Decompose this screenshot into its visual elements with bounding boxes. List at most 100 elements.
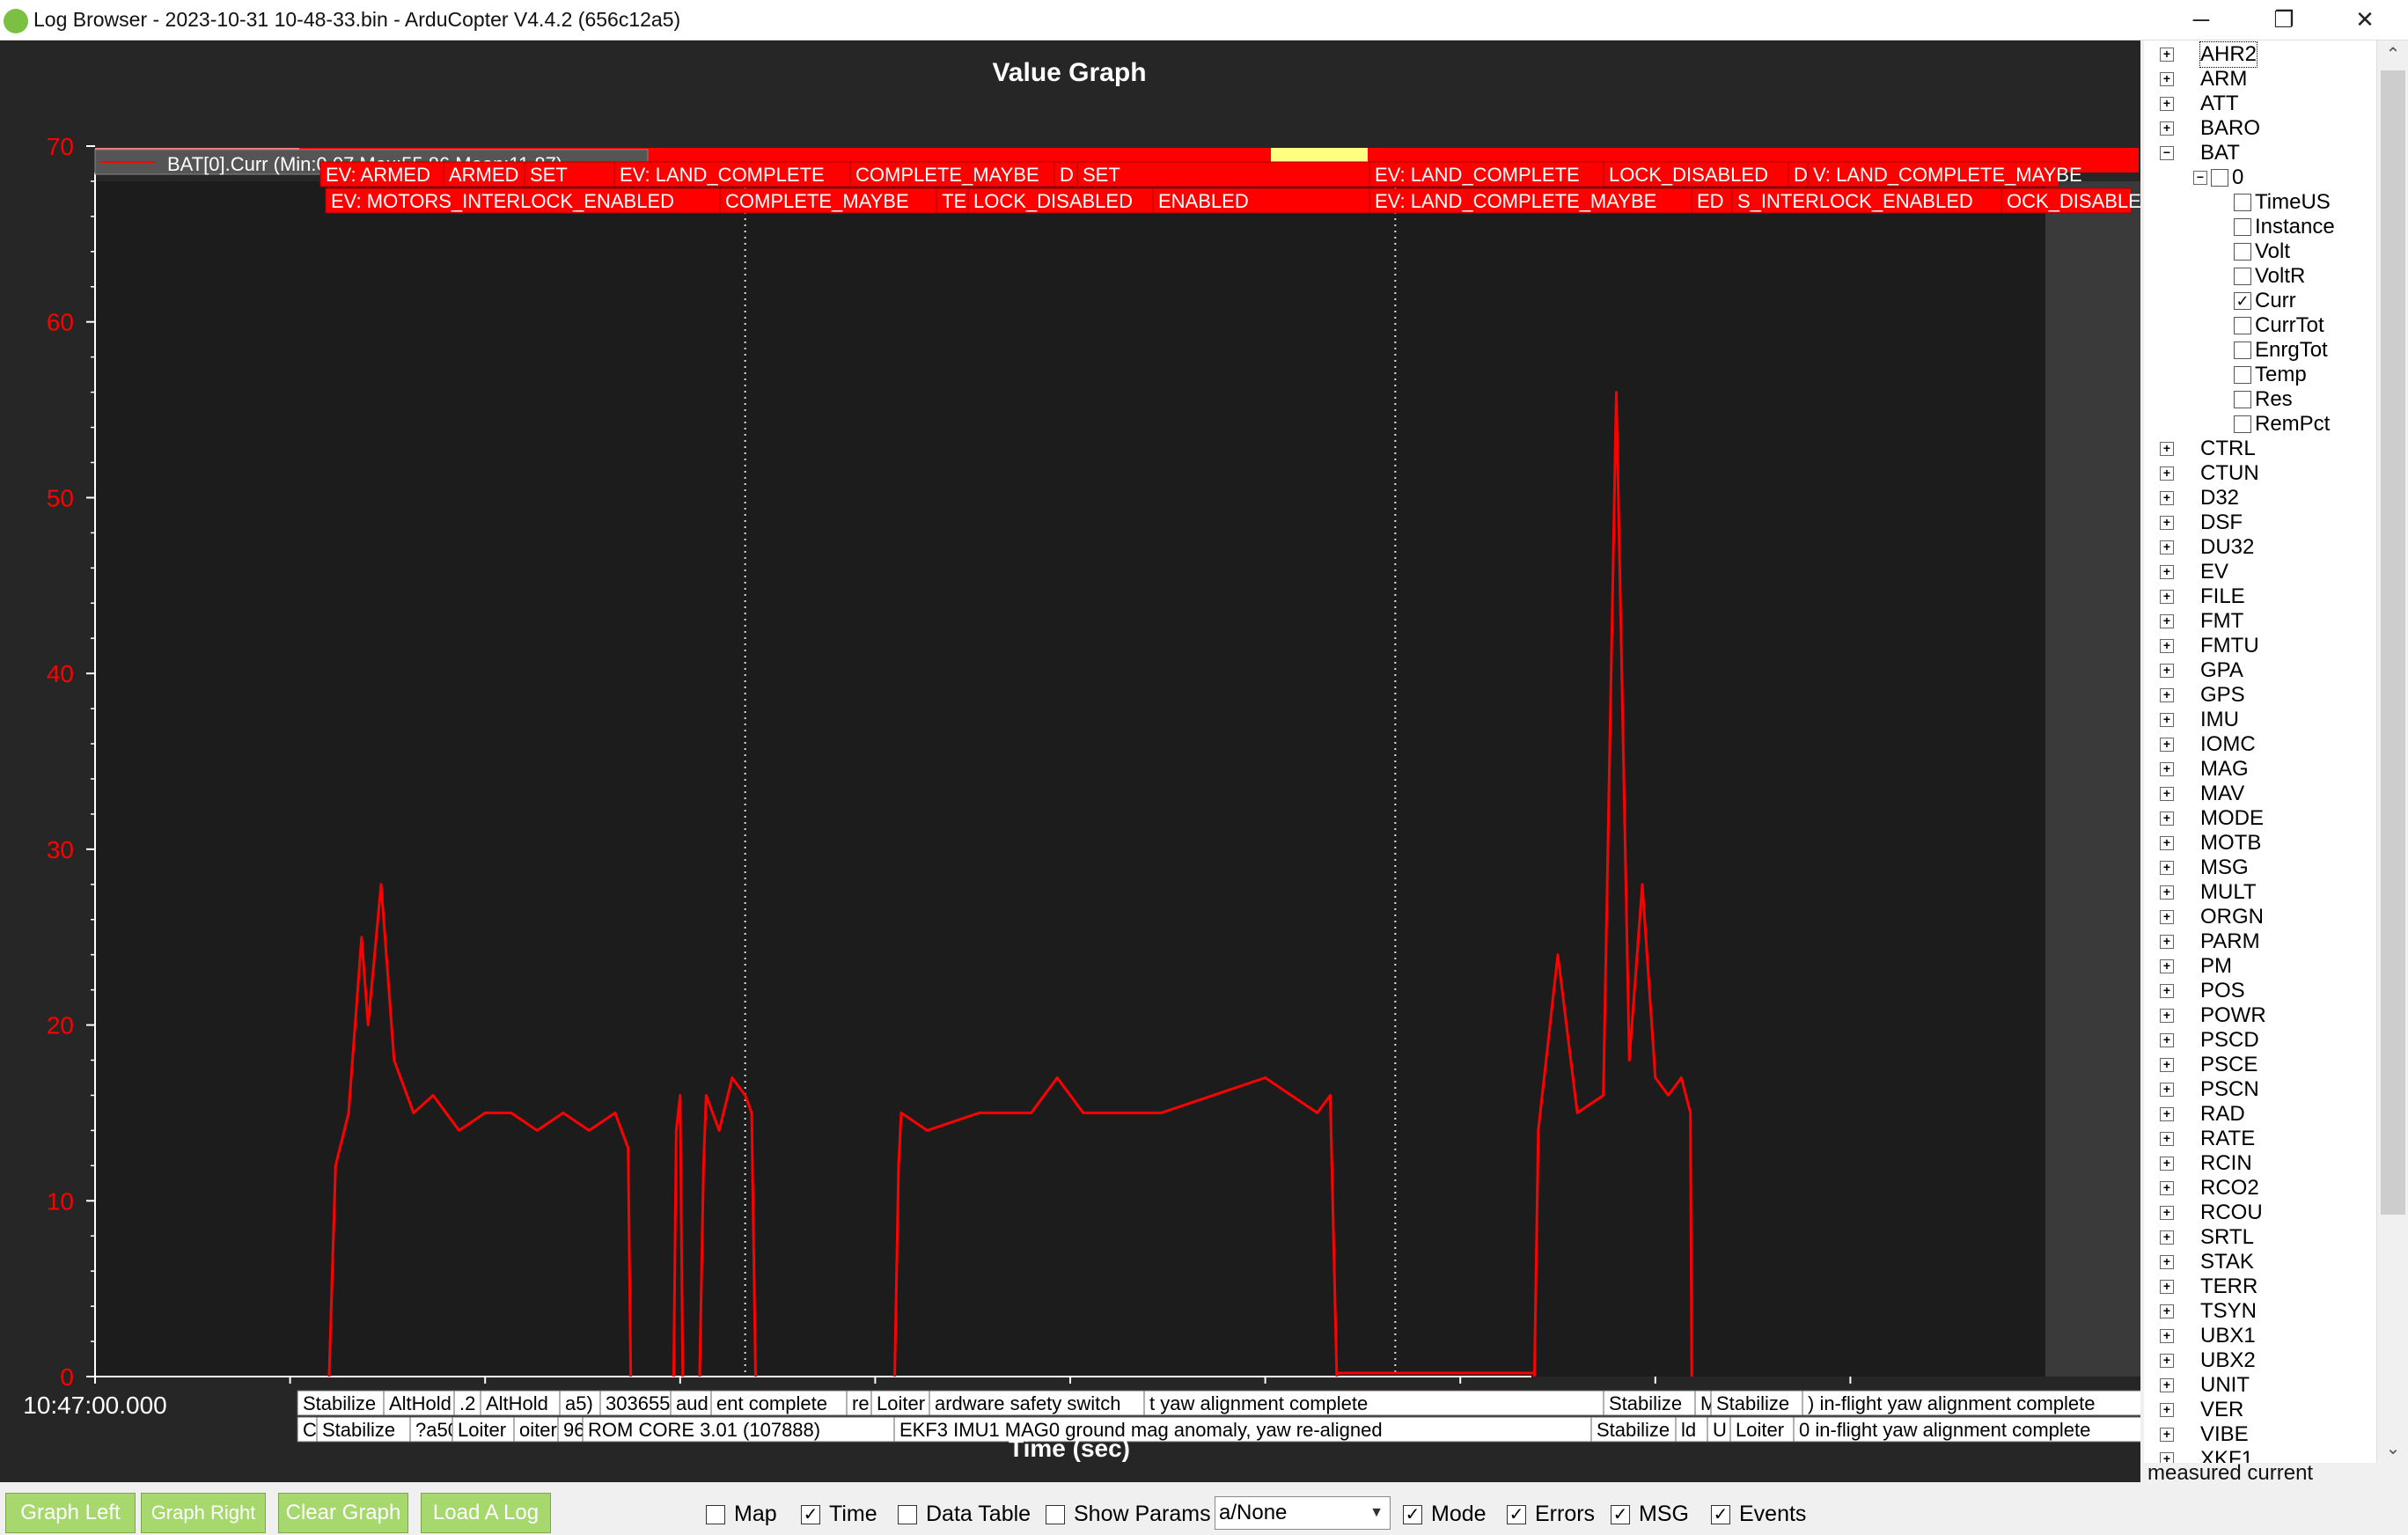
expand-icon[interactable]: + — [2160, 442, 2174, 456]
tree-node-timeus[interactable]: TimeUS — [2234, 190, 2331, 215]
tree-node-curr[interactable]: ✓ Curr — [2234, 289, 2296, 313]
scroll-up-icon[interactable]: ⌃ — [2377, 40, 2408, 69]
tree-node-ctun[interactable]: + CTUN — [2160, 461, 2259, 486]
tree-node-att[interactable]: + ATT — [2160, 92, 2239, 116]
tree-node-gpa[interactable]: + GPA — [2160, 658, 2243, 683]
tree-node-rco2[interactable]: + RCO2 — [2160, 1176, 2259, 1201]
checkbox-time[interactable]: ✓ Time — [801, 1502, 877, 1527]
checkmark-icon[interactable]: ✓ — [1711, 1504, 1730, 1524]
tree-node-pscd[interactable]: + PSCD — [2160, 1028, 2259, 1053]
tree-node-powr[interactable]: + POWR — [2160, 1003, 2266, 1028]
log-tree[interactable]: + AHR2 + ARM + ATT + BARO − BAT −0 TimeUS Instance Vo… — [2144, 40, 2408, 1463]
tree-node-voltr[interactable]: VoltR — [2234, 264, 2305, 289]
expand-icon[interactable]: + — [2160, 885, 2174, 900]
tree-node-0[interactable]: −0 — [2193, 165, 2243, 190]
expand-icon[interactable]: + — [2160, 48, 2174, 62]
checkbox[interactable] — [2234, 342, 2251, 359]
expand-icon[interactable]: + — [2160, 787, 2174, 801]
params-select[interactable]: a/None ▼ — [1215, 1496, 1391, 1530]
expand-icon[interactable]: + — [2160, 516, 2174, 530]
checkbox[interactable] — [2234, 391, 2251, 408]
tree-node-rcin[interactable]: + RCIN — [2160, 1151, 2252, 1176]
restore-button[interactable]: ❐ — [2244, 0, 2324, 40]
expand-icon[interactable]: + — [2160, 1157, 2174, 1171]
load-log-button[interactable]: Load A Log — [421, 1493, 551, 1533]
collapse-icon[interactable]: − — [2160, 146, 2174, 160]
tree-node-fmt[interactable]: + FMT — [2160, 609, 2243, 634]
expand-icon[interactable]: + — [2160, 959, 2174, 973]
scroll-thumb[interactable] — [2381, 70, 2405, 1215]
tree-node-arm[interactable]: + ARM — [2160, 67, 2247, 92]
expand-icon[interactable]: + — [2160, 1058, 2174, 1072]
expand-icon[interactable]: + — [2160, 738, 2174, 752]
tree-node-baro[interactable]: + BARO — [2160, 116, 2260, 141]
checkbox-box[interactable] — [898, 1504, 917, 1524]
tree-node-vibe[interactable]: + VIBE — [2160, 1422, 2249, 1447]
checkbox[interactable] — [2211, 169, 2228, 187]
expand-icon[interactable]: + — [2160, 1009, 2174, 1023]
expand-icon[interactable]: + — [2160, 1083, 2174, 1097]
tree-node-dsf[interactable]: + DSF — [2160, 510, 2243, 535]
expand-icon[interactable]: + — [2160, 491, 2174, 505]
tree-node-ctrl[interactable]: + CTRL — [2160, 437, 2256, 461]
tree-node-ahr2[interactable]: + AHR2 — [2160, 41, 2258, 68]
checkmark-icon[interactable]: ✓ — [801, 1504, 820, 1524]
expand-icon[interactable]: + — [2160, 1378, 2174, 1392]
scroll-down-icon[interactable]: ⌄ — [2377, 1435, 2408, 1463]
tree-node-d32[interactable]: + D32 — [2160, 486, 2239, 510]
tree-node-rad[interactable]: + RAD — [2160, 1102, 2245, 1127]
graph-left-button[interactable]: Graph Left — [5, 1493, 136, 1533]
checkbox[interactable]: ✓ — [2234, 292, 2251, 310]
tree-node-mode[interactable]: + MODE — [2160, 806, 2264, 831]
plot-area[interactable] — [95, 181, 2045, 1377]
tree-node-pos[interactable]: + POS — [2160, 979, 2245, 1003]
checkbox-box[interactable] — [1046, 1504, 1065, 1524]
expand-icon[interactable]: + — [2160, 713, 2174, 727]
checkbox-show-params[interactable]: Show Params — [1046, 1502, 1211, 1527]
tree-node-stak[interactable]: + STAK — [2160, 1250, 2254, 1274]
tree-node-ubx1[interactable]: + UBX1 — [2160, 1324, 2256, 1348]
checkmark-icon[interactable]: ✓ — [1611, 1504, 1630, 1524]
expand-icon[interactable]: + — [2160, 1206, 2174, 1220]
tree-node-unit[interactable]: + UNIT — [2160, 1373, 2250, 1398]
tree-node-mag[interactable]: + MAG — [2160, 757, 2249, 782]
tree-node-res[interactable]: Res — [2234, 387, 2293, 412]
checkbox-box[interactable] — [706, 1504, 725, 1524]
expand-icon[interactable]: + — [2160, 466, 2174, 481]
tree-node-ev[interactable]: + EV — [2160, 560, 2228, 584]
checkbox-map[interactable]: Map — [706, 1502, 777, 1527]
expand-icon[interactable]: + — [2160, 639, 2174, 653]
tree-node-fmtu[interactable]: + FMTU — [2160, 634, 2259, 658]
tree-node-imu[interactable]: + IMU — [2160, 708, 2239, 732]
expand-icon[interactable]: + — [2160, 72, 2174, 86]
tree-node-ubx2[interactable]: + UBX2 — [2160, 1348, 2256, 1373]
minimize-button[interactable]: ─ — [2162, 0, 2241, 40]
checkmark-icon[interactable]: ✓ — [1507, 1504, 1526, 1524]
tree-node-parm[interactable]: + PARM — [2160, 929, 2260, 954]
tree-node-tsyn[interactable]: + TSYN — [2160, 1299, 2257, 1324]
tree-node-currtot[interactable]: CurrTot — [2234, 313, 2324, 338]
collapse-icon[interactable]: − — [2193, 171, 2207, 185]
tree-node-pscn[interactable]: + PSCN — [2160, 1077, 2259, 1102]
expand-icon[interactable]: + — [2160, 1255, 2174, 1269]
tree-scrollbar[interactable]: ⌃ ⌄ — [2376, 40, 2408, 1463]
tree-node-gps[interactable]: + GPS — [2160, 683, 2245, 708]
checkbox[interactable] — [2234, 317, 2251, 334]
expand-icon[interactable]: + — [2160, 1132, 2174, 1146]
tree-node-temp[interactable]: Temp — [2234, 363, 2307, 387]
expand-icon[interactable]: + — [2160, 1230, 2174, 1245]
expand-icon[interactable]: + — [2160, 812, 2174, 826]
expand-icon[interactable]: + — [2160, 1354, 2174, 1368]
close-button[interactable]: ✕ — [2325, 0, 2404, 40]
tree-node-motb[interactable]: + MOTB — [2160, 831, 2261, 856]
tree-node-rempct[interactable]: RemPct — [2234, 412, 2330, 437]
expand-icon[interactable]: + — [2160, 121, 2174, 136]
tree-node-instance[interactable]: Instance — [2234, 215, 2335, 239]
checkbox[interactable] — [2234, 366, 2251, 384]
tree-node-pm[interactable]: + PM — [2160, 954, 2232, 979]
expand-icon[interactable]: + — [2160, 1033, 2174, 1047]
checkbox-mode[interactable]: ✓ Mode — [1403, 1502, 1487, 1527]
tree-node-psce[interactable]: + PSCE — [2160, 1053, 2258, 1077]
expand-icon[interactable]: + — [2160, 935, 2174, 949]
expand-icon[interactable]: + — [2160, 565, 2174, 579]
